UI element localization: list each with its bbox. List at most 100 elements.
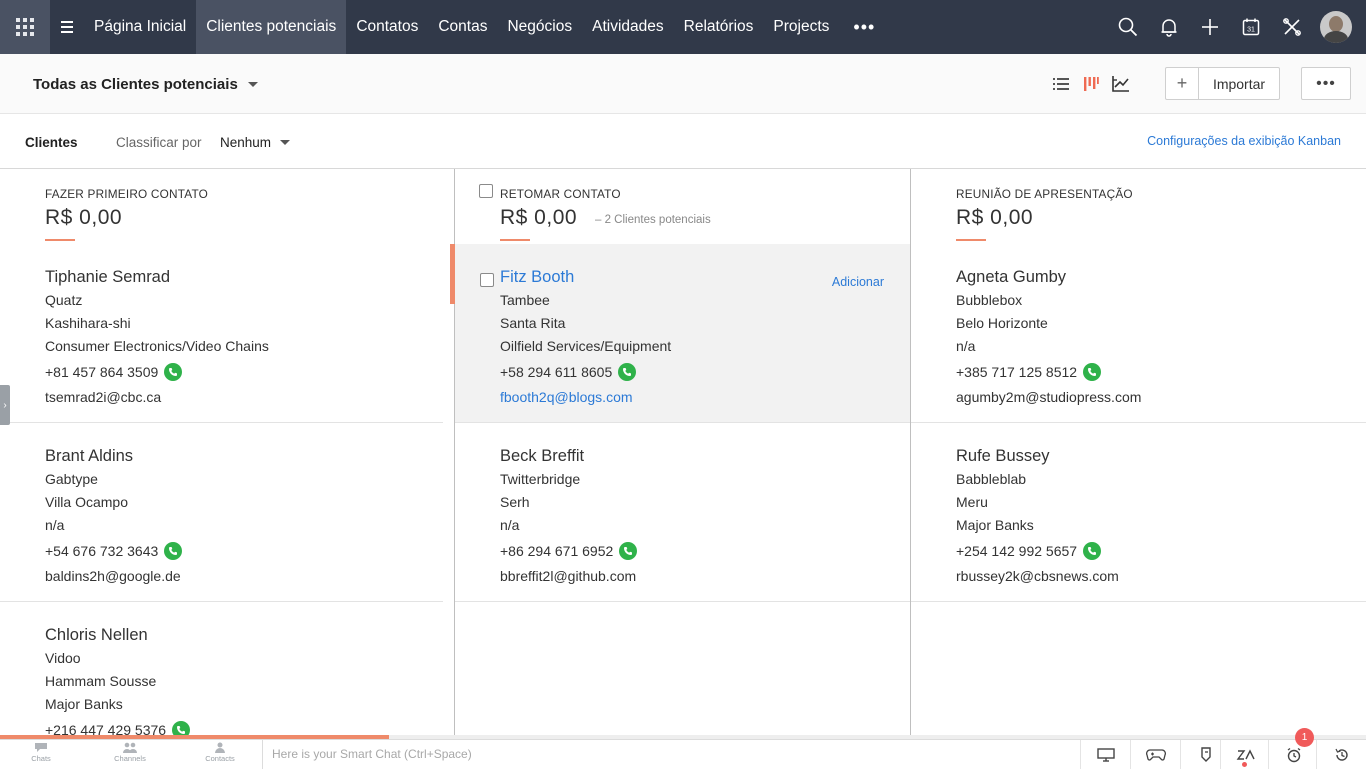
phone-icon[interactable] [164, 542, 183, 560]
history-icon[interactable] [1316, 740, 1366, 769]
chats-tab[interactable]: Chats [11, 742, 71, 768]
list-view-icon[interactable] [1050, 72, 1072, 96]
chat-icon [35, 743, 47, 752]
kanban-column-retomar-contato: RETOMAR CONTATO R$ 0,00 – 2 Clientes pot… [450, 169, 910, 735]
sort-dropdown[interactable]: Nenhum [220, 135, 291, 150]
lead-email[interactable]: rbussey2k@cbsnews.com [956, 568, 1119, 584]
sort-bar: Clientes Classificar por Nenhum Configur… [0, 114, 1366, 169]
lead-email[interactable]: baldins2h@google.de [45, 568, 181, 584]
lead-name[interactable]: Beck Breffit [500, 447, 584, 466]
nav-more-button[interactable]: ••• [839, 0, 889, 54]
channels-tab[interactable]: Channels [100, 742, 160, 768]
tab-clientes-potenciais[interactable]: Clientes potenciais [196, 0, 347, 54]
screen-icon[interactable] [1080, 740, 1130, 769]
tab-negocios[interactable]: Negócios [497, 0, 582, 54]
lead-name[interactable]: Tiphanie Semrad [45, 268, 170, 287]
tools-icon[interactable] [1271, 0, 1312, 54]
lead-industry: Major Banks [956, 517, 1034, 533]
phone-icon[interactable] [1083, 363, 1102, 381]
lead-name[interactable]: Agneta Gumby [956, 268, 1066, 287]
lead-phone-row: +385 717 125 8512 [956, 363, 1102, 381]
plus-icon[interactable] [1189, 0, 1230, 54]
lead-phone-row: +86 294 671 6952 [500, 542, 638, 560]
lead-name[interactable]: Chloris Nellen [45, 626, 148, 645]
import-button-group: + Importar [1165, 67, 1280, 100]
calendar-day: 31 [1247, 27, 1255, 34]
phone-icon[interactable] [1083, 542, 1102, 560]
phone-icon[interactable] [164, 363, 183, 381]
column-header: RETOMAR CONTATO R$ 0,00 – 2 Clientes pot… [455, 169, 910, 244]
column-amount: R$ 0,00 [500, 206, 578, 229]
column-select-checkbox[interactable] [479, 184, 493, 198]
bell-icon[interactable] [1148, 0, 1189, 54]
nav-right-icons: 31 [1107, 0, 1366, 54]
lead-email[interactable]: fbooth2q@blogs.com [500, 389, 633, 405]
phone-icon[interactable] [618, 363, 637, 381]
lead-city: Meru [956, 494, 988, 510]
kanban-settings-link[interactable]: Configurações da exibição Kanban [1147, 134, 1341, 148]
avatar[interactable] [1320, 11, 1352, 43]
tab-atividades[interactable]: Atividades [582, 0, 674, 54]
search-icon[interactable] [1107, 0, 1148, 54]
column-underline [45, 239, 75, 241]
lead-name[interactable]: Rufe Bussey [956, 447, 1050, 466]
column-underline [956, 239, 986, 241]
lead-phone: +54 676 732 3643 [45, 543, 159, 559]
lead-card[interactable]: Beck Breffit Twitterbridge Serh n/a +86 … [455, 423, 910, 602]
lead-industry: Oilfield Services/Equipment [500, 338, 672, 354]
apps-grid-button[interactable] [0, 0, 50, 54]
kanban-board: FAZER PRIMEIRO CONTATO R$ 0,00 Tiphanie … [0, 169, 1366, 735]
kanban-view-icon[interactable] [1080, 72, 1102, 96]
add-lead-button[interactable]: + [1166, 68, 1199, 99]
lead-city: Villa Ocampo [45, 494, 129, 510]
hamburger-menu-icon[interactable] [50, 0, 84, 54]
tab-contas[interactable]: Contas [428, 0, 497, 54]
lead-email[interactable]: agumby2m@studiopress.com [956, 389, 1141, 405]
view-select-dropdown[interactable]: Todas as Clientes potenciais [33, 76, 258, 93]
import-button[interactable]: Importar [1199, 68, 1279, 99]
contacts-tab[interactable]: Contacts [190, 742, 250, 768]
phone-icon[interactable] [172, 721, 191, 735]
lead-card-selected[interactable]: Fitz Booth Adicionar Tambee Santa Rita O… [450, 244, 910, 423]
column-title: FAZER PRIMEIRO CONTATO [45, 187, 209, 201]
lead-card[interactable]: Tiphanie Semrad Quatz Kashihara-shi Cons… [0, 244, 443, 423]
card-accent [450, 244, 455, 304]
contacts-label: Contacts [205, 754, 235, 763]
module-label: Clientes [25, 135, 78, 150]
calendar-icon[interactable]: 31 [1230, 0, 1271, 54]
chart-view-icon[interactable] [1110, 72, 1132, 96]
phone-icon[interactable] [619, 542, 638, 560]
tab-contatos[interactable]: Contatos [346, 0, 428, 54]
lead-industry: Consumer Electronics/Video Chains [45, 338, 269, 354]
column-count: – 2 Clientes potenciais [595, 214, 711, 226]
lead-city: Santa Rita [500, 315, 566, 331]
lead-card[interactable]: Agneta Gumby Bubblebox Belo Horizonte n/… [911, 244, 1366, 423]
smart-chat-input[interactable]: Here is your Smart Chat (Ctrl+Space) [262, 740, 1080, 769]
column-amount: R$ 0,00 [45, 206, 123, 229]
gamepad-icon[interactable] [1130, 740, 1180, 769]
tab-pagina-inicial[interactable]: Página Inicial [84, 0, 196, 54]
chevron-down-icon [247, 82, 258, 87]
tab-projects[interactable]: Projects [763, 0, 839, 54]
lead-industry: n/a [956, 338, 976, 354]
notification-badge: 1 [1295, 728, 1314, 747]
lead-email[interactable]: tsemrad2i@cbc.ca [45, 389, 161, 405]
lead-name[interactable]: Fitz Booth [500, 268, 574, 287]
add-button[interactable]: Adicionar [832, 275, 884, 289]
side-panel-handle[interactable]: › [0, 385, 10, 425]
lead-name[interactable]: Brant Aldins [45, 447, 133, 466]
more-options-button[interactable]: ••• [1301, 67, 1351, 100]
lead-card[interactable]: Rufe Bussey Babbleblab Meru Major Banks … [911, 423, 1366, 602]
lead-card[interactable]: Brant Aldins Gabtype Villa Ocampo n/a +5… [0, 423, 443, 602]
kanban-column-reuniao-de-apresentacao: REUNIÃO DE APRESENTAÇÃO R$ 0,00 Agneta G… [911, 169, 1366, 735]
lead-email[interactable]: bbreffit2l@github.com [500, 568, 636, 584]
tab-relatorios[interactable]: Relatórios [674, 0, 764, 54]
lead-card[interactable]: Chloris Nellen Vidoo Hammam Sousse Major… [0, 602, 443, 735]
lead-city: Serh [500, 494, 530, 510]
card-checkbox[interactable] [480, 273, 494, 287]
view-switcher [1050, 72, 1132, 96]
lead-city: Belo Horizonte [956, 315, 1048, 331]
column-amount: R$ 0,00 [956, 206, 1034, 229]
channels-icon [123, 742, 137, 753]
lead-industry: n/a [45, 517, 65, 533]
